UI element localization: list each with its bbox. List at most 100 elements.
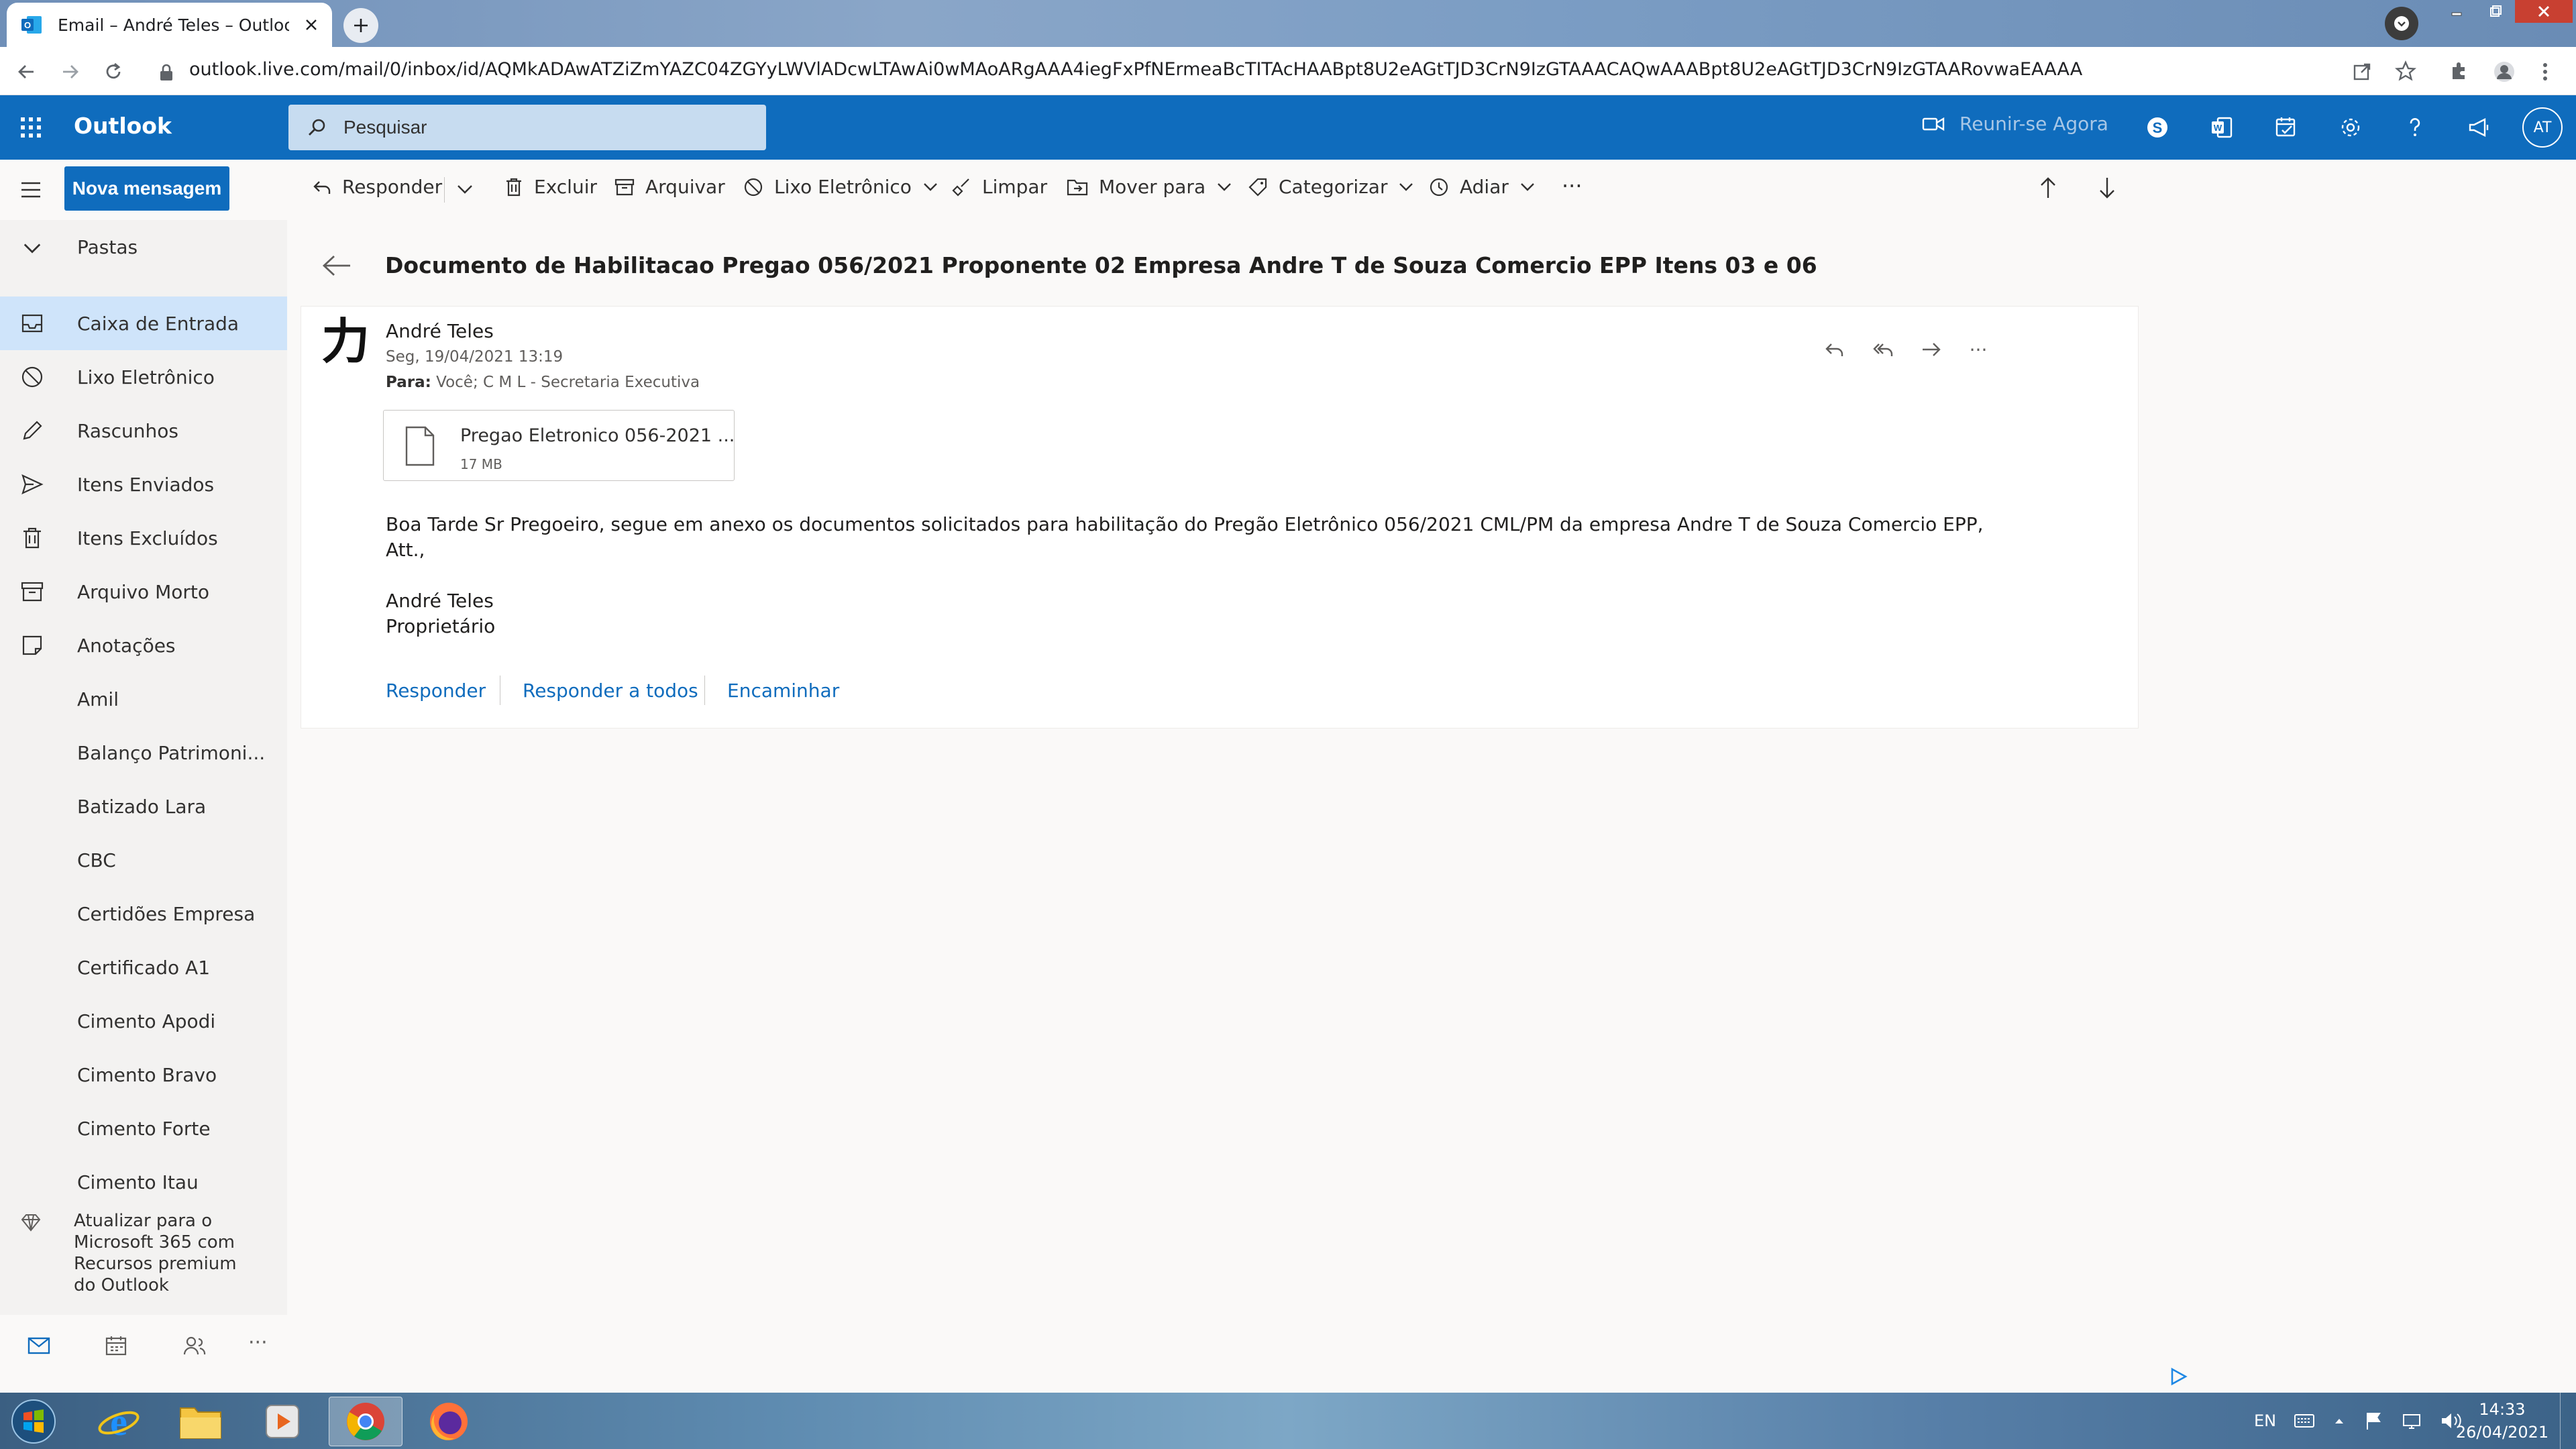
quick-reply-link[interactable]: Responder: [386, 680, 486, 702]
archive-button[interactable]: Arquivar: [614, 176, 725, 198]
outlook-brand-title[interactable]: Outlook: [74, 113, 172, 139]
media-player-icon: [266, 1405, 299, 1438]
next-message-arrow-icon[interactable]: [2097, 176, 2117, 200]
quick-reply-all-link[interactable]: Responder a todos: [523, 680, 698, 702]
calendar-check-icon: [2275, 117, 2296, 137]
sidebar-item-cimento-itau[interactable]: Cimento Itau: [0, 1155, 287, 1209]
message-card: 力 André Teles Seg, 19/04/2021 13:19 Para…: [301, 306, 2139, 729]
app-launcher-icon[interactable]: [20, 117, 42, 138]
bookmark-star-icon[interactable]: [2395, 60, 2416, 82]
windows-taskbar: e EN 14:33 26/04/2021: [0, 1393, 2576, 1449]
people-icon[interactable]: [182, 1335, 207, 1356]
url-field[interactable]: outlook.live.com/mail/0/inbox/id/AQMkADA…: [189, 59, 2082, 80]
attachment-card[interactable]: Pregao Eletronico 056-2021 ... 17 MB: [383, 410, 735, 481]
sender-avatar[interactable]: 力: [321, 317, 370, 366]
sweep-button[interactable]: Limpar: [951, 176, 1047, 198]
chevron-down-icon: [1399, 182, 1413, 191]
taskbar-file-explorer[interactable]: [164, 1397, 237, 1446]
sender-name[interactable]: André Teles: [386, 320, 494, 342]
reply-message-button[interactable]: [1821, 336, 1848, 363]
sidebar-item-cbc[interactable]: CBC: [0, 833, 287, 887]
quick-forward-link[interactable]: Encaminhar: [727, 680, 839, 702]
window-minimize-button[interactable]: [2437, 0, 2476, 23]
start-button[interactable]: [7, 1395, 60, 1448]
broom-icon: [952, 178, 969, 197]
browser-tab-outlook[interactable]: O Email – André Teles – Outlook: [7, 3, 332, 47]
new-message-button[interactable]: Nova mensagem: [64, 166, 229, 211]
flag-icon[interactable]: [2363, 1411, 2383, 1431]
more-actions-button[interactable]: ···: [1562, 173, 1582, 199]
taskbar-ie[interactable]: e: [82, 1397, 156, 1446]
recipients-list[interactable]: Você; C M L - Secretaria Executiva: [436, 374, 700, 391]
skype-button[interactable]: S: [2141, 111, 2174, 144]
chevron-down-icon[interactable]: [456, 182, 474, 196]
sidebar-item-sent[interactable]: Itens Enviados: [0, 458, 287, 511]
taskbar-clock[interactable]: 14:33 26/04/2021: [2455, 1398, 2549, 1444]
forward-message-button[interactable]: [1918, 336, 1945, 363]
message-more-actions-button[interactable]: ···: [1965, 336, 1992, 363]
network-icon[interactable]: [2401, 1411, 2422, 1431]
sidebar-item-inbox[interactable]: Caixa de Entrada: [0, 297, 287, 350]
chevron-up-icon[interactable]: [2332, 1414, 2346, 1428]
forward-arrow-icon[interactable]: [60, 62, 80, 82]
categorize-button[interactable]: Categorizar: [1248, 176, 1414, 198]
window-restore-button[interactable]: [2476, 0, 2515, 23]
delete-button[interactable]: Excluir: [504, 176, 597, 198]
sidebar-item-certificado-a1[interactable]: Certificado A1: [0, 941, 287, 994]
back-arrow-icon[interactable]: [16, 62, 36, 82]
search-input[interactable]: [343, 117, 719, 138]
snooze-button[interactable]: Adiar: [1429, 176, 1536, 198]
mail-icon[interactable]: [27, 1336, 51, 1355]
taskbar-media-player[interactable]: [246, 1397, 319, 1446]
feedback-button[interactable]: [2463, 111, 2496, 144]
browser-profile-menu-icon[interactable]: [2385, 7, 2418, 40]
more-apps-button[interactable]: ···: [248, 1331, 268, 1354]
sidebar-item-drafts[interactable]: Rascunhos: [0, 404, 287, 458]
lock-icon[interactable]: [158, 63, 174, 82]
sidebar-item-cimento-forte[interactable]: Cimento Forte: [0, 1102, 287, 1155]
office-apps-button[interactable]: W: [2206, 111, 2238, 144]
sidebar-item-cimento-bravo[interactable]: Cimento Bravo: [0, 1048, 287, 1102]
meet-now-button[interactable]: Reunir-se Agora: [1922, 113, 2108, 135]
show-desktop-button[interactable]: [2560, 1393, 2576, 1449]
account-avatar[interactable]: AT: [2522, 107, 2563, 148]
sidebar-item-cimento-apodi[interactable]: Cimento Apodi: [0, 994, 287, 1048]
sidebar-item-junk[interactable]: Lixo Eletrônico: [0, 350, 287, 404]
help-button[interactable]: [2399, 111, 2431, 144]
sidebar-item-certidoes-empresa[interactable]: Certidões Empresa: [0, 887, 287, 941]
browser-menu-icon[interactable]: [2541, 62, 2549, 82]
sidebar-item-batizado-lara[interactable]: Batizado Lara: [0, 780, 287, 833]
sidebar-item-notes[interactable]: Anotações: [0, 619, 287, 672]
folder-pane: Pastas Caixa de Entrada Lixo Eletrônico …: [0, 220, 287, 1356]
move-to-label: Mover para: [1099, 176, 1206, 198]
profile-avatar-icon[interactable]: [2493, 60, 2516, 83]
keyboard-icon[interactable]: [2294, 1412, 2315, 1430]
junk-button[interactable]: Lixo Eletrônico: [743, 176, 938, 198]
search-box[interactable]: [288, 105, 766, 150]
previous-message-arrow-icon[interactable]: [2038, 176, 2058, 200]
move-to-button[interactable]: Mover para: [1067, 176, 1232, 198]
settings-button[interactable]: [2334, 111, 2367, 144]
reply-all-message-button[interactable]: [1870, 336, 1896, 363]
ad-choices-icon[interactable]: [2169, 1367, 2188, 1386]
taskbar-chrome[interactable]: [329, 1397, 402, 1446]
my-day-button[interactable]: [2270, 111, 2302, 144]
reply-button[interactable]: Responder: [313, 176, 442, 198]
browser-tab-strip: O Email – André Teles – Outlook: [0, 0, 2576, 47]
calendar-icon[interactable]: [105, 1335, 127, 1356]
sidebar-item-amil[interactable]: Amil: [0, 672, 287, 726]
new-tab-button[interactable]: [343, 8, 378, 43]
hamburger-menu-icon[interactable]: [20, 181, 42, 199]
sidebar-item-archive[interactable]: Arquivo Morto: [0, 565, 287, 619]
folders-toggle[interactable]: Pastas: [0, 220, 287, 274]
open-in-app-icon[interactable]: [2352, 62, 2372, 82]
extensions-puzzle-icon[interactable]: [2449, 60, 2470, 82]
close-tab-icon[interactable]: [304, 17, 319, 32]
sidebar-item-deleted[interactable]: Itens Excluídos: [0, 511, 287, 565]
window-close-button[interactable]: [2515, 0, 2573, 23]
sidebar-item-balanco[interactable]: Balanço Patrimoni...: [0, 726, 287, 780]
back-arrow-icon[interactable]: [321, 254, 352, 278]
reload-icon[interactable]: [103, 62, 123, 82]
language-indicator[interactable]: EN: [2254, 1411, 2276, 1430]
taskbar-firefox[interactable]: [412, 1397, 486, 1446]
